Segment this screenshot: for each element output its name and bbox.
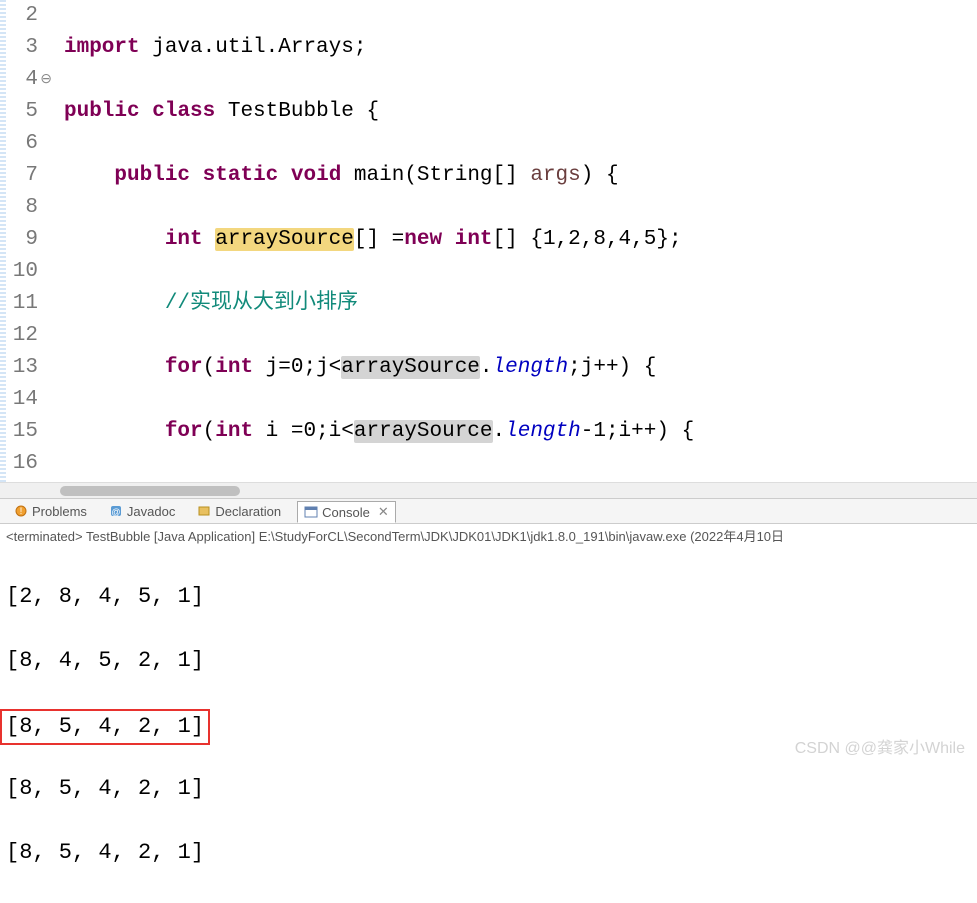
keyword-for: for bbox=[165, 420, 203, 443]
console-line: [8, 4, 5, 2, 1] bbox=[6, 645, 971, 677]
keyword-int: int bbox=[455, 228, 493, 251]
code-text: main(String[] bbox=[341, 164, 530, 187]
keyword-public: public bbox=[114, 164, 190, 187]
console-line: [2, 8, 4, 5, 1] bbox=[6, 581, 971, 613]
code-text: [] = bbox=[354, 228, 404, 251]
code-text: j=0;j< bbox=[253, 356, 341, 379]
console-icon bbox=[304, 505, 318, 519]
keyword-import: import bbox=[64, 36, 140, 59]
keyword-int: int bbox=[215, 356, 253, 379]
keyword-void: void bbox=[291, 164, 341, 187]
var-arraysource: arraySource bbox=[341, 356, 480, 379]
code-text: ;j++) { bbox=[568, 356, 656, 379]
console-output[interactable]: [2, 8, 4, 5, 1] [8, 4, 5, 2, 1] [8, 5, 4… bbox=[0, 547, 977, 903]
tab-console[interactable]: Console ✕ bbox=[297, 501, 396, 523]
comment: //实现从大到小排序 bbox=[165, 292, 358, 315]
tab-label: Console bbox=[322, 505, 370, 520]
code-text: -1;i++) { bbox=[581, 420, 694, 443]
field-length: length bbox=[505, 420, 581, 443]
tab-label: Declaration bbox=[215, 504, 281, 519]
tab-label: Problems bbox=[32, 504, 87, 519]
svg-text:@: @ bbox=[111, 507, 120, 517]
javadoc-icon: @ bbox=[109, 504, 123, 518]
code-text: ) { bbox=[581, 164, 619, 187]
keyword-int: int bbox=[165, 228, 203, 251]
code-text: ( bbox=[203, 420, 216, 443]
code-text: [] {1,2,8,4,5}; bbox=[493, 228, 682, 251]
field-length: length bbox=[493, 356, 569, 379]
keyword-static: static bbox=[203, 164, 279, 187]
keyword-class: class bbox=[152, 100, 215, 123]
code-text: ( bbox=[203, 356, 216, 379]
tab-label: Javadoc bbox=[127, 504, 175, 519]
line-number-gutter: 2 3 4 5 6 7 8 9 10 11 12 13 14 15 16 bbox=[0, 0, 46, 482]
code-text: TestBubble { bbox=[215, 100, 379, 123]
tab-javadoc[interactable]: @ Javadoc bbox=[103, 502, 181, 521]
problems-icon: ! bbox=[14, 504, 28, 518]
code-text: . bbox=[493, 420, 506, 443]
code-text: java.util.Arrays; bbox=[140, 36, 367, 59]
horizontal-scrollbar[interactable] bbox=[0, 482, 977, 498]
watermark: CSDN @@龚家小While bbox=[795, 734, 965, 758]
var-arraysource: arraySource bbox=[354, 420, 493, 443]
keyword-int: int bbox=[215, 420, 253, 443]
keyword-for: for bbox=[165, 356, 203, 379]
code-text: . bbox=[480, 356, 493, 379]
console-line: [8, 5, 4, 2, 1] bbox=[6, 837, 971, 869]
svg-text:!: ! bbox=[20, 506, 23, 516]
keyword-public: public bbox=[64, 100, 140, 123]
code-editor[interactable]: 2 3 4 5 6 7 8 9 10 11 12 13 14 15 16 imp… bbox=[0, 0, 977, 482]
line-number: 4 bbox=[0, 64, 38, 96]
tab-problems[interactable]: ! Problems bbox=[8, 502, 93, 521]
console-header: <terminated> TestBubble [Java Applicatio… bbox=[0, 524, 977, 547]
param-args: args bbox=[530, 164, 580, 187]
keyword-new: new bbox=[404, 228, 442, 251]
console-line: [8, 5, 4, 2, 1] bbox=[6, 773, 971, 805]
bottom-panel-tabs: ! Problems @ Javadoc Declaration Console… bbox=[0, 498, 977, 524]
code-area[interactable]: import java.util.Arrays; public class Te… bbox=[46, 0, 977, 482]
code-text: i =0;i< bbox=[253, 420, 354, 443]
tab-declaration[interactable]: Declaration bbox=[191, 502, 287, 521]
declaration-icon bbox=[197, 504, 211, 518]
var-arraysource: arraySource bbox=[215, 228, 354, 251]
scrollbar-thumb[interactable] bbox=[60, 486, 240, 496]
close-icon[interactable]: ✕ bbox=[378, 504, 389, 520]
